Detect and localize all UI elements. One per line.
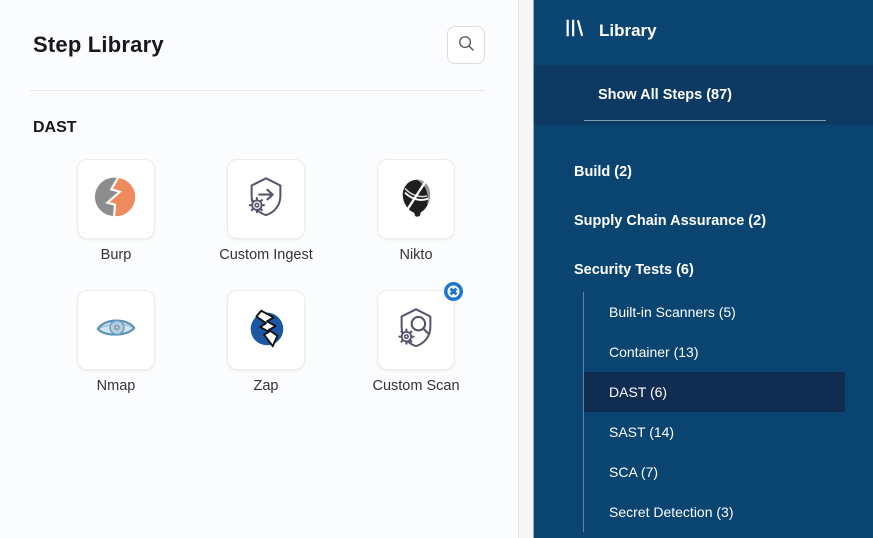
nmap-eye-icon xyxy=(93,305,139,356)
tile-label: Burp xyxy=(101,247,132,263)
step-tiles-grid: Burp xyxy=(41,159,518,394)
sidebar-item-supply-chain-assurance[interactable]: Supply Chain Assurance (2) xyxy=(534,212,873,230)
show-all-steps-label: Show All Steps (87) xyxy=(598,87,732,103)
library-books-icon xyxy=(564,17,586,44)
tile-label: Zap xyxy=(254,378,279,394)
step-tile-custom-ingest: Custom Ingest xyxy=(191,159,341,263)
library-sidebar: Library Show All Steps (87) Build (2) Su… xyxy=(533,0,873,538)
zap-card[interactable] xyxy=(227,290,305,370)
sidebar-item-sast[interactable]: SAST (14) xyxy=(534,412,873,452)
step-tile-nikto: Nikto xyxy=(341,159,491,263)
step-library-page: Step Library DAST xyxy=(0,0,873,538)
tile-label: Custom Scan xyxy=(372,378,459,394)
step-tile-nmap: Nmap xyxy=(41,290,191,394)
burp-card[interactable] xyxy=(77,159,155,239)
search-icon xyxy=(457,34,476,56)
nikto-mask-icon xyxy=(393,174,439,225)
custom-ingest-card[interactable] xyxy=(227,159,305,239)
customized-badge-icon xyxy=(444,282,463,301)
sidebar-item-build[interactable]: Build (2) xyxy=(534,163,873,181)
header-divider xyxy=(30,90,485,91)
sidebar-item-dast[interactable]: DAST (6) xyxy=(584,372,845,412)
page-title: Step Library xyxy=(33,32,164,58)
panel-header: Step Library xyxy=(0,0,518,64)
show-all-divider xyxy=(584,120,826,121)
nmap-card[interactable] xyxy=(77,290,155,370)
step-tile-zap: Zap xyxy=(191,290,341,394)
custom-scan-card[interactable] xyxy=(377,290,455,370)
shield-arrow-gear-icon xyxy=(243,174,289,225)
sidebar-item-secret-detection[interactable]: Secret Detection (3) xyxy=(534,492,873,532)
section-heading-dast: DAST xyxy=(33,119,518,137)
sidebar-title: Library xyxy=(599,21,657,41)
zap-lightning-icon xyxy=(243,305,289,356)
sidebar-item-sca[interactable]: SCA (7) xyxy=(534,452,873,492)
step-tile-custom-scan: Custom Scan xyxy=(341,290,491,394)
sidebar-item-container[interactable]: Container (13) xyxy=(534,332,873,372)
tile-label: Nikto xyxy=(399,247,432,263)
search-button[interactable] xyxy=(447,26,485,64)
security-tests-subtree: Built-in Scanners (5) Container (13) DAS… xyxy=(534,292,873,532)
burp-logo-icon xyxy=(93,174,139,225)
shield-magnifier-gear-icon xyxy=(393,305,439,356)
tile-label: Nmap xyxy=(97,378,136,394)
show-all-steps-item[interactable]: Show All Steps (87) xyxy=(534,65,873,125)
sidebar-item-security-tests[interactable]: Security Tests (6) xyxy=(534,261,873,279)
tile-label: Custom Ingest xyxy=(219,247,313,263)
sidebar-header: Library xyxy=(534,0,873,44)
step-tile-burp: Burp xyxy=(41,159,191,263)
sidebar-item-built-in-scanners[interactable]: Built-in Scanners (5) xyxy=(534,292,873,332)
nikto-card[interactable] xyxy=(377,159,455,239)
step-library-panel: Step Library DAST xyxy=(0,0,519,538)
